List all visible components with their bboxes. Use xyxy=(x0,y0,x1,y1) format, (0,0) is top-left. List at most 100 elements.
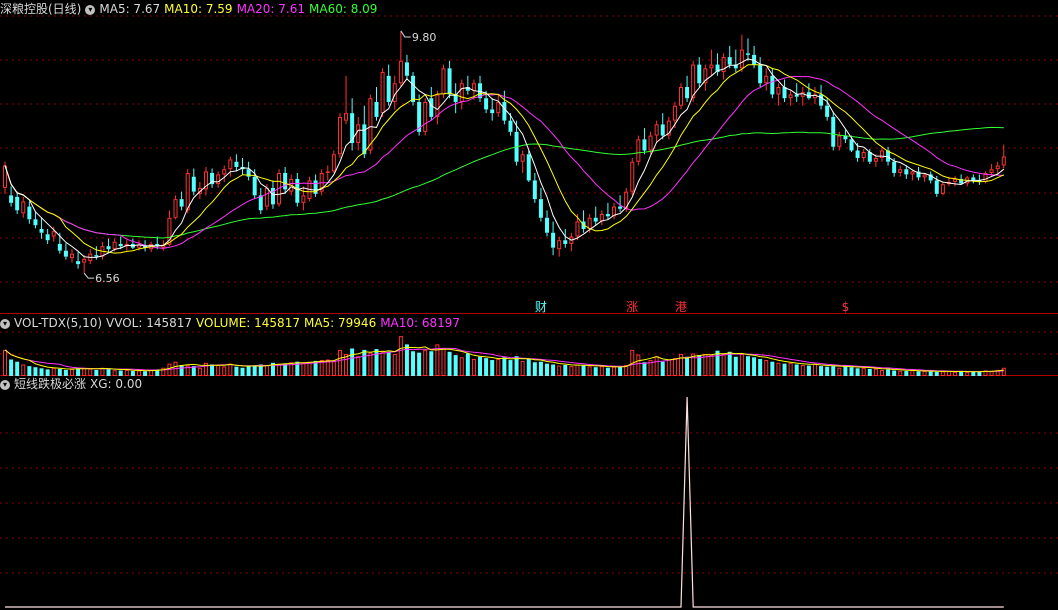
candlesticks xyxy=(3,30,1006,274)
volume-bar xyxy=(819,366,824,376)
stock-chart[interactable]: 9.80 6.56 财 涨 港 $ xyxy=(0,0,1058,610)
candle-body xyxy=(685,87,690,99)
event-marker: 港 xyxy=(675,300,687,314)
volume-bar xyxy=(593,367,598,376)
volume-bar xyxy=(106,369,111,376)
ma20-value: MA20: 7.61 xyxy=(236,2,305,16)
candle-body xyxy=(526,154,531,181)
candle-body xyxy=(904,169,909,175)
candle-body xyxy=(709,64,714,69)
volume-bar xyxy=(350,348,355,376)
candle-body xyxy=(691,64,696,99)
volume-bar xyxy=(277,363,282,376)
volume-bar xyxy=(940,371,945,377)
candle-body xyxy=(563,240,568,244)
candle-body xyxy=(21,201,26,214)
volume-value: VOLUME: 145817 xyxy=(196,316,300,330)
collapse-icon[interactable]: ▾ xyxy=(0,379,10,390)
candle-body xyxy=(599,214,604,222)
candle-body xyxy=(910,171,915,175)
volume-bar xyxy=(331,360,336,376)
volume-bar xyxy=(794,364,799,376)
volume-bar xyxy=(453,355,458,376)
candle-body xyxy=(228,159,233,170)
stock-name: 深粮控股(日线) xyxy=(0,2,82,16)
candle-body xyxy=(337,116,342,155)
volume-bar xyxy=(545,363,550,376)
volume-bar xyxy=(752,357,757,376)
event-marker: 涨 xyxy=(626,299,638,314)
candle-body xyxy=(350,113,355,144)
volume-bar xyxy=(496,358,501,377)
candle-body xyxy=(892,161,897,173)
volume-bar xyxy=(538,361,543,376)
volume-bar xyxy=(490,360,495,376)
candle-body xyxy=(325,171,330,173)
ma5-value: MA5: 7.67 xyxy=(99,2,161,16)
volume-bar xyxy=(362,349,367,376)
candle-body xyxy=(45,234,50,241)
volume-bar xyxy=(953,371,958,376)
volume-bar xyxy=(368,352,373,376)
candle-body xyxy=(435,94,440,117)
candle-body xyxy=(283,172,288,190)
volume-ma10-value: MA10: 68197 xyxy=(380,316,461,330)
volume-bar xyxy=(879,369,884,377)
volume-bar xyxy=(569,366,574,377)
volume-bar xyxy=(800,365,805,376)
volume-bar xyxy=(605,367,610,376)
ma5-line xyxy=(4,58,1005,258)
candle-body xyxy=(185,172,190,211)
candle-body xyxy=(27,206,32,220)
volume-bar xyxy=(837,367,842,376)
volume-bar xyxy=(788,362,793,376)
volume-bar xyxy=(557,365,562,376)
volume-bar xyxy=(149,369,154,377)
volume-bar xyxy=(587,366,592,376)
candle-body xyxy=(112,241,117,250)
xg-signal-line xyxy=(5,396,1004,608)
volume-bar xyxy=(9,359,14,376)
volume-bar xyxy=(575,364,580,377)
volume-bar xyxy=(423,349,428,376)
volume-title: VOL-TDX(5,10) xyxy=(14,316,103,330)
volume-bar xyxy=(849,367,854,376)
volume-bar xyxy=(812,363,817,376)
candle-body xyxy=(587,217,592,230)
candle-body xyxy=(374,101,379,117)
candle-body xyxy=(331,154,336,172)
volume-bar xyxy=(697,355,702,376)
volume-bar xyxy=(934,371,939,376)
candle-body xyxy=(922,174,927,178)
volume-bar xyxy=(886,369,891,376)
candle-body xyxy=(593,217,598,222)
volume-bar xyxy=(465,353,470,376)
candle-body xyxy=(411,75,416,102)
candle-body xyxy=(404,62,409,76)
volume-bar xyxy=(88,368,93,377)
candle-body xyxy=(551,232,556,248)
candle-body xyxy=(295,178,300,203)
candle-body xyxy=(502,101,507,121)
candle-body xyxy=(745,53,750,55)
candle-body xyxy=(538,199,543,218)
volume-bar xyxy=(478,356,483,376)
candle-body xyxy=(173,199,178,218)
candle-body xyxy=(471,83,476,91)
ma60-value: MA60: 8.09 xyxy=(309,2,378,16)
candle-body xyxy=(106,246,111,250)
candle-body xyxy=(557,240,562,250)
candle-body xyxy=(398,60,403,84)
volume-bar xyxy=(228,363,233,376)
candle-body xyxy=(490,109,495,114)
grid-lines xyxy=(0,15,1058,574)
candle-body xyxy=(855,150,860,158)
candle-body xyxy=(940,184,945,194)
volume-bar xyxy=(179,365,184,376)
collapse-icon[interactable]: ▾ xyxy=(85,4,96,15)
collapse-icon[interactable]: ▾ xyxy=(0,318,10,329)
volume-bar xyxy=(770,361,775,376)
volume-bar xyxy=(69,369,74,376)
candle-body xyxy=(630,161,635,192)
volume-bar xyxy=(246,366,251,376)
